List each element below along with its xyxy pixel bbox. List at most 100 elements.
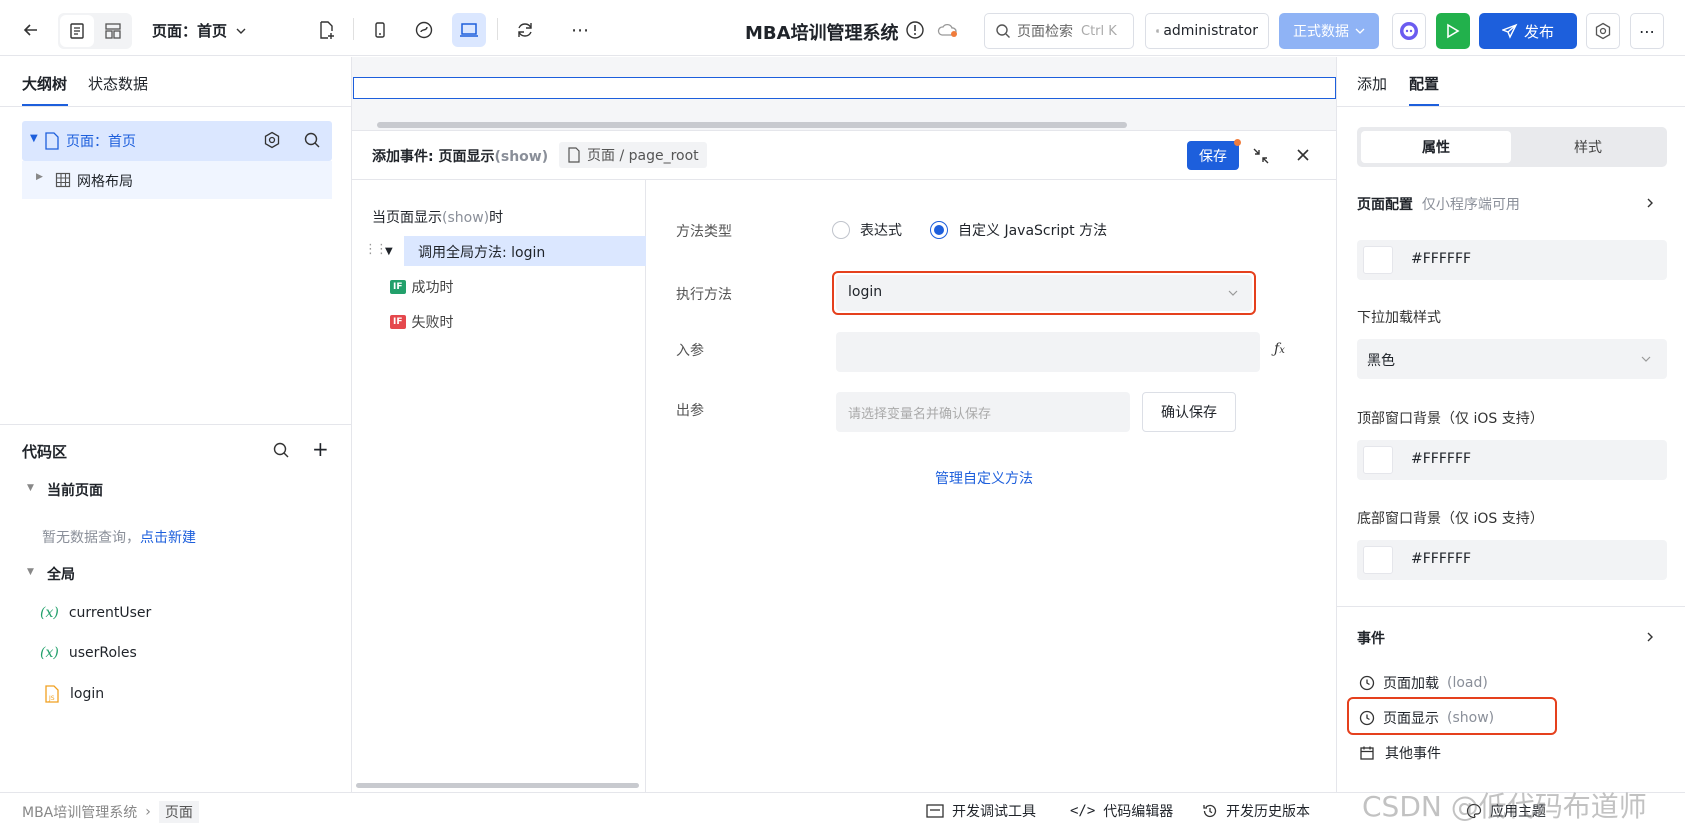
method-type-label: 方法类型 — [676, 224, 732, 240]
breadcrumb-app[interactable]: MBA培训管理系统 — [22, 802, 137, 822]
chevron-right-icon — [1647, 198, 1653, 208]
play-icon — [1447, 23, 1460, 39]
right-panel: 添加 配置 属性 样式 页面配置 仅小程序端可用 #FFFFFF 下拉加载样式 … — [1336, 57, 1685, 792]
settings-icon[interactable] — [1586, 13, 1620, 49]
bottom-bg-label: 底部窗口背景（仅 iOS 支持） — [1357, 511, 1544, 527]
success-branch[interactable]: IF 成功时 — [390, 277, 454, 297]
status-bar: MBA培训管理系统 › 页面 开发调试工具 </> 代码编辑器 开发历史版本 应… — [0, 790, 1685, 827]
env-data-select[interactable]: 正式数据 — [1279, 13, 1379, 49]
event-show-item[interactable]: 页面显示 (show) — [1359, 708, 1494, 728]
add-icon[interactable]: + — [312, 437, 329, 461]
left-panel: 大纲树 状态数据 ▼ 页面：首页 ▶ 网格布局 代码区 + ▼ 当前页面 暂无数… — [0, 57, 352, 792]
tab-config[interactable]: 配置 — [1409, 73, 1439, 94]
create-link[interactable]: 点击新建 — [140, 530, 196, 546]
page-search-input[interactable]: 页面检索 Ctrl K — [984, 13, 1134, 49]
global-group[interactable]: 全局 — [47, 564, 75, 584]
tree-node-page[interactable]: ▼ 页面：首页 — [22, 121, 332, 161]
list-item[interactable]: (x) userRoles — [40, 645, 137, 661]
info-icon[interactable] — [905, 20, 925, 40]
page-config-title[interactable]: 页面配置 仅小程序端可用 — [1357, 194, 1520, 214]
miniprogram-preview-icon[interactable] — [407, 13, 441, 47]
exec-method-label: 执行方法 — [676, 287, 732, 303]
user-menu[interactable]: administrator — [1145, 13, 1269, 49]
search-placeholder: 页面检索 — [1017, 24, 1073, 40]
radio-expression[interactable]: 表达式 — [832, 220, 902, 240]
horizontal-scrollbar[interactable] — [356, 783, 639, 788]
debug-tools-button[interactable]: 开发调试工具 — [926, 801, 1036, 821]
color-field[interactable]: #FFFFFF — [1357, 540, 1667, 580]
caret-down-icon[interactable]: ▼ — [30, 133, 38, 144]
settings-icon — [264, 131, 280, 149]
code-editor-button[interactable]: </> 代码编辑器 — [1070, 801, 1173, 821]
event-config-form: 方法类型 表达式 自定义 JavaScript 方法 执行方法 login 入参… — [646, 180, 1336, 793]
publish-button[interactable]: 发布 — [1479, 13, 1577, 49]
back-arrow-icon[interactable] — [14, 13, 48, 47]
list-item-label: userRoles — [68, 645, 137, 661]
exec-method-select[interactable]: login — [836, 275, 1252, 311]
current-page-group[interactable]: 当前页面 — [47, 480, 103, 500]
chevron-right-icon: › — [145, 804, 151, 820]
layout-view-icon[interactable] — [96, 15, 130, 47]
ai-assistant-icon[interactable] — [1392, 13, 1426, 49]
debug-label: 开发调试工具 — [952, 804, 1036, 820]
events-title[interactable]: 事件 — [1357, 628, 1385, 648]
history-button[interactable]: 开发历史版本 — [1202, 801, 1310, 821]
color-field[interactable]: #FFFFFF — [1357, 440, 1667, 480]
radio-custom-js[interactable]: 自定义 JavaScript 方法 — [930, 220, 1107, 240]
caret-right-icon[interactable]: ▶ — [36, 172, 43, 182]
color-swatch[interactable] — [1363, 546, 1393, 574]
more-icon[interactable]: ⋯ — [563, 13, 597, 47]
formula-icon[interactable]: ƒx — [1274, 341, 1285, 357]
mobile-preview-icon[interactable] — [363, 13, 397, 47]
refresh-icon[interactable] — [508, 13, 542, 47]
event-other-item[interactable]: 其他事件 — [1359, 743, 1441, 763]
list-item[interactable]: (x) currentUser — [40, 605, 151, 621]
desktop-preview-icon[interactable] — [452, 13, 486, 47]
page-view-icon[interactable] — [60, 15, 94, 47]
breadcrumb-page[interactable]: 页面 — [158, 801, 199, 823]
radio-circle — [832, 221, 850, 239]
list-item[interactable]: JS login — [44, 685, 104, 703]
confirm-save-button[interactable]: 确认保存 — [1142, 392, 1236, 432]
event-flow-panel: 当页面显示(show)时 ⋮⋮ ▼ 调用全局方法: login IF 成功时 I… — [352, 180, 646, 793]
color-field[interactable]: #FFFFFF — [1357, 240, 1667, 280]
save-button[interactable]: 保存 — [1187, 141, 1239, 170]
caret-down-icon[interactable]: ▼ — [27, 567, 34, 577]
tree-node-label: 页面：首页 — [66, 134, 136, 150]
drag-handle-icon[interactable]: ⋮⋮ — [364, 242, 388, 257]
tree-node-label: 网格布局 — [77, 174, 133, 190]
color-swatch[interactable] — [1363, 446, 1393, 474]
fail-branch[interactable]: IF 失败时 — [390, 312, 454, 332]
file-icon — [45, 132, 59, 150]
empty-text: 暂无数据查询， — [42, 530, 140, 546]
color-swatch[interactable] — [1363, 246, 1393, 274]
chevron-down-icon — [1641, 356, 1651, 362]
search-icon — [304, 132, 320, 148]
seg-properties[interactable]: 属性 — [1361, 131, 1511, 163]
event-load-item[interactable]: 页面加载 (load) — [1359, 673, 1488, 693]
page-selector[interactable]: 页面：首页 — [152, 20, 247, 41]
more-options-icon[interactable]: ⋯ — [1630, 13, 1664, 49]
input-params-field[interactable] — [836, 332, 1260, 372]
send-icon — [1501, 23, 1518, 39]
pull-style-select[interactable]: 黑色 — [1357, 339, 1667, 379]
action-node[interactable]: 调用全局方法: login — [404, 236, 646, 266]
manage-methods-link[interactable]: 管理自定义方法 — [935, 468, 1033, 488]
tab-add[interactable]: 添加 — [1357, 73, 1387, 94]
tab-state-data[interactable]: 状态数据 — [88, 73, 148, 94]
action-label: 调用全局方法: login — [418, 245, 546, 261]
caret-down-icon[interactable]: ▼ — [385, 246, 393, 257]
add-page-icon[interactable] — [309, 13, 343, 47]
dialog-title-event: (show) — [494, 149, 549, 165]
close-icon — [1297, 149, 1309, 161]
run-button[interactable] — [1436, 13, 1470, 49]
caret-down-icon[interactable]: ▼ — [27, 483, 34, 493]
radio-custom-label: 自定义 JavaScript 方法 — [958, 223, 1108, 239]
history-label: 开发历史版本 — [1226, 804, 1310, 820]
canvas-frame[interactable] — [353, 77, 1336, 99]
output-params-field[interactable]: 请选择变量名并确认保存 — [836, 392, 1130, 432]
seg-style[interactable]: 样式 — [1513, 131, 1663, 163]
tree-node-grid[interactable]: ▶ 网格布局 — [22, 161, 332, 199]
tab-outline-tree[interactable]: 大纲树 — [22, 73, 67, 94]
horizontal-scrollbar[interactable] — [377, 122, 1127, 128]
